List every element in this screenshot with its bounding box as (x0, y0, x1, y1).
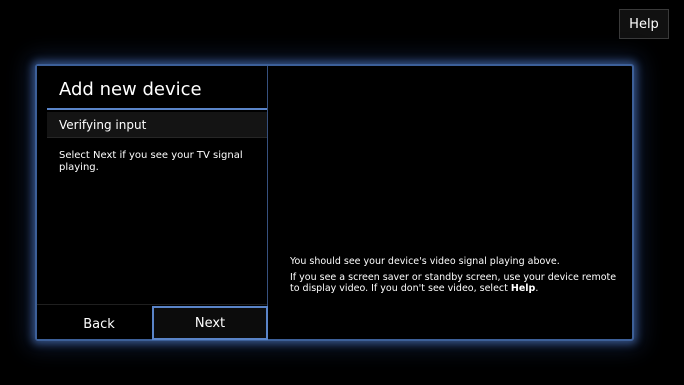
left-panel: Add new device Verifying input Select Ne… (37, 66, 268, 341)
signal-help-text: You should see your device's video signa… (290, 256, 620, 299)
signal-line-2-prefix: If you see a screen saver or standby scr… (290, 272, 617, 294)
next-button[interactable]: Next (152, 306, 268, 340)
step-subtitle: Verifying input (47, 112, 267, 138)
button-row: Back Next (37, 304, 268, 341)
signal-line-1: You should see your device's video signa… (290, 256, 560, 267)
panel-title: Add new device (47, 76, 267, 110)
add-device-dialog: Add new device Verifying input Select Ne… (35, 64, 634, 341)
instruction-text: Select Next if you see your TV signal pl… (59, 150, 243, 173)
back-button[interactable]: Back (47, 307, 151, 341)
video-preview-area: You should see your device's video signa… (268, 66, 632, 339)
screen: Help Add new device Verifying input Sele… (0, 0, 684, 385)
help-inline-label: Help (510, 283, 536, 294)
signal-line-2-suffix: . (535, 283, 539, 294)
help-button[interactable]: Help (619, 9, 669, 39)
signal-line-2: If you see a screen saver or standby scr… (290, 272, 620, 294)
